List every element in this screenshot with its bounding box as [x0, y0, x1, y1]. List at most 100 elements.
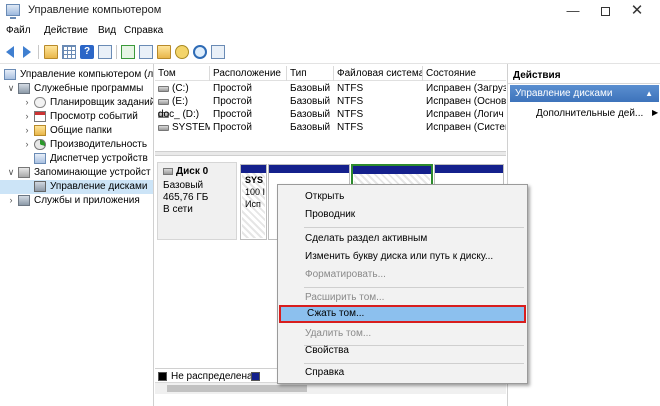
drive-icon [158, 125, 169, 131]
maximize-icon [600, 7, 610, 16]
help-icon[interactable]: ? [80, 45, 94, 59]
services-icon [18, 195, 30, 206]
storage-icon [18, 167, 30, 178]
actions-section-disk-management[interactable]: Управление дисками ▲ [510, 85, 659, 102]
menu-action[interactable]: Действие [44, 25, 88, 36]
volume-status: Исправен (Загруз [426, 83, 506, 94]
drive-icon [158, 86, 169, 92]
menu-item-mark-active[interactable]: Сделать раздел активным [279, 230, 526, 248]
properties-icon[interactable] [98, 45, 112, 59]
tree-item-system-tools[interactable]: ∨ Служебные программы [0, 82, 153, 96]
tree-item-task-scheduler[interactable]: › Планировщик заданий [0, 96, 153, 110]
collapse-caret-icon[interactable]: ▲ [645, 85, 653, 102]
tree-item-label: Диспетчер устройств [50, 153, 148, 164]
volume-type: Базовый [290, 83, 331, 94]
refresh-icon[interactable] [121, 45, 135, 59]
more-actions-item[interactable]: Дополнительные дей... ▶ [536, 108, 658, 119]
menu-help[interactable]: Справка [124, 25, 163, 36]
key-icon[interactable] [175, 45, 189, 59]
column-header-status[interactable]: Состояние [423, 66, 506, 81]
collapse-chevron-icon[interactable]: ∨ [6, 83, 16, 94]
volume-name: SYSTEM [172, 122, 210, 133]
search-icon[interactable] [193, 45, 207, 59]
title-bar: Управление компьютером — ✕ [0, 0, 660, 22]
partition-bar [241, 165, 266, 173]
collapse-chevron-icon[interactable]: ∨ [6, 167, 16, 178]
open-folder-icon[interactable] [157, 45, 171, 59]
tree-item-computer-management[interactable]: Управление компьютером (л [0, 68, 154, 82]
menu-item-explorer[interactable]: Проводник [279, 206, 526, 224]
volume-row[interactable]: doc_ (D:) Простой Базовый NTFS Исправен … [155, 108, 506, 121]
toolbar-separator [116, 45, 117, 59]
volume-status: Исправен (Систем [426, 122, 506, 133]
up-folder-icon[interactable] [44, 45, 58, 59]
menu-item-help[interactable]: Справка [279, 364, 526, 382]
tree-item-performance[interactable]: › Производительность [0, 138, 153, 152]
scrollbar-thumb[interactable] [167, 385, 307, 392]
menu-item-shrink-volume[interactable]: Сжать том... [279, 305, 526, 323]
forward-arrow-icon[interactable] [23, 46, 31, 58]
column-header-layout[interactable]: Расположение [210, 66, 287, 81]
expand-chevron-icon[interactable]: › [22, 139, 32, 149]
actions-header: Действия [508, 67, 660, 84]
actions-section-label: Управление дисками [515, 88, 613, 99]
volume-name: (E:) [172, 96, 189, 107]
shared-folder-icon [34, 125, 46, 136]
tree-item-disk-management[interactable]: Управление дисками [0, 180, 153, 194]
volume-fs: NTFS [337, 96, 364, 107]
menu-view[interactable]: Вид [98, 25, 116, 36]
minimize-button[interactable]: — [558, 0, 588, 22]
tree-item-storage[interactable]: ∨ Запоминающие устройст [0, 166, 153, 180]
tree-item-label: Служебные программы [34, 83, 144, 94]
expand-chevron-icon[interactable]: › [22, 97, 32, 107]
partition-bar [353, 166, 431, 174]
volume-row[interactable]: (C:) Простой Базовый NTFS Исправен (Загр… [155, 82, 506, 95]
tree-item-label: Управление дисками [50, 181, 148, 192]
close-button[interactable]: ✕ [622, 0, 652, 22]
volume-status: Исправен (Логич [426, 109, 504, 120]
expand-chevron-icon[interactable]: › [6, 195, 16, 205]
volume-layout: Простой [213, 109, 252, 120]
maximize-button[interactable] [590, 0, 620, 22]
legend-swatch-primary [251, 372, 260, 381]
column-header-file-system[interactable]: Файловая система [334, 66, 423, 81]
menu-item-open[interactable]: Открыть [279, 188, 526, 206]
menu-item-change-letter[interactable]: Изменить букву диска или путь к диску... [279, 248, 526, 266]
tree-item-services-apps[interactable]: › Службы и приложения [0, 194, 153, 208]
volume-status: Исправен (Основ [426, 96, 506, 107]
disk-0-label[interactable]: Диск 0 Базовый 465,76 ГБ В сети [157, 162, 237, 240]
volume-fs: NTFS [337, 83, 364, 94]
tree-item-device-manager[interactable]: Диспетчер устройств [0, 152, 153, 166]
drive-icon [158, 99, 169, 105]
volume-type: Базовый [290, 96, 331, 107]
column-header-volume[interactable]: Том [155, 66, 210, 81]
partition-status: Исп [245, 199, 261, 209]
volume-row[interactable]: (E:) Простой Базовый NTFS Исправен (Осно… [155, 95, 506, 108]
menu-item-properties[interactable]: Свойства [279, 342, 526, 360]
tools-icon [18, 83, 30, 94]
tree-item-label: Службы и приложения [34, 195, 140, 206]
volume-list-header: Том Расположение Тип Файловая система Со… [155, 66, 506, 81]
tree-item-shared-folders[interactable]: › Общие папки [0, 124, 153, 138]
show-hide-tree-icon[interactable] [62, 45, 76, 59]
volume-type: Базовый [290, 109, 331, 120]
tree-item-label: Управление компьютером (л [20, 69, 154, 80]
tree-item-event-viewer[interactable]: › Просмотр событий [0, 110, 153, 124]
export-icon[interactable] [139, 45, 153, 59]
volume-type: Базовый [290, 122, 331, 133]
console-tree: Управление компьютером (л ∨ Служебные пр… [0, 64, 154, 406]
expand-chevron-icon[interactable]: › [22, 111, 32, 121]
volume-row[interactable]: SYSTEM Простой Базовый NTFS Исправен (Си… [155, 121, 506, 134]
back-arrow-icon[interactable] [6, 46, 14, 58]
menu-file[interactable]: Файл [6, 25, 31, 36]
partition-bar [435, 165, 503, 173]
partition-size: 100 I [245, 187, 266, 197]
actions-pane: Действия Управление дисками ▲ Дополнител… [507, 64, 660, 406]
expand-chevron-icon[interactable]: › [22, 125, 32, 135]
view-icon[interactable] [211, 45, 225, 59]
column-header-type[interactable]: Тип [287, 66, 334, 81]
volume-fs: NTFS [337, 109, 364, 120]
context-menu: Открыть Проводник Сделать раздел активны… [277, 184, 528, 384]
disk-status: В сети [163, 204, 193, 215]
partition-system[interactable]: SYS 100 I Исп [240, 164, 267, 240]
